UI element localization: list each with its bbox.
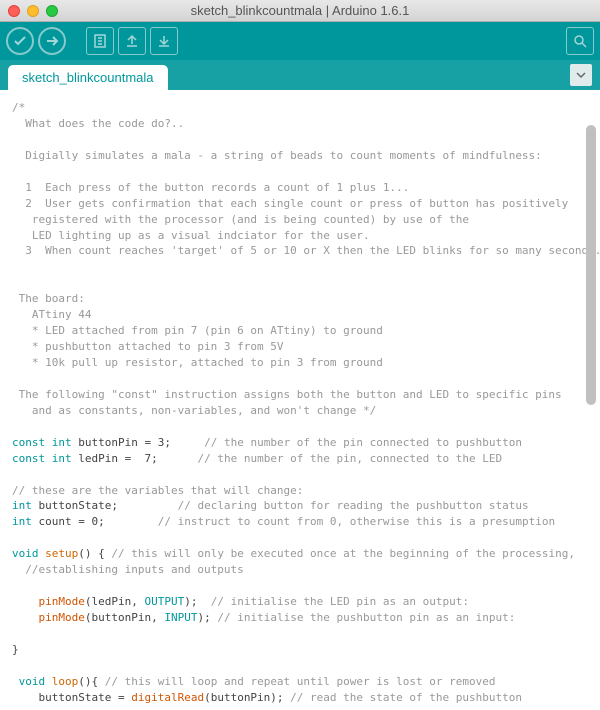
serial-monitor-button[interactable] <box>566 27 594 55</box>
verify-button[interactable] <box>6 27 34 55</box>
sketch-tab[interactable]: sketch_blinkcountmala <box>8 65 168 90</box>
tab-bar: sketch_blinkcountmala <box>0 60 600 90</box>
upload-button[interactable] <box>38 27 66 55</box>
minimize-window-button[interactable] <box>27 5 39 17</box>
code-editor[interactable]: /* What does the code do?.. Digially sim… <box>0 90 600 710</box>
code-content[interactable]: /* What does the code do?.. Digially sim… <box>0 90 600 710</box>
toolbar <box>0 22 600 60</box>
tab-menu-button[interactable] <box>570 64 592 86</box>
open-button[interactable] <box>118 27 146 55</box>
zoom-window-button[interactable] <box>46 5 58 17</box>
scrollbar[interactable] <box>584 90 598 710</box>
window-titlebar: sketch_blinkcountmala | Arduino 1.6.1 <box>0 0 600 22</box>
new-button[interactable] <box>86 27 114 55</box>
close-window-button[interactable] <box>8 5 20 17</box>
save-button[interactable] <box>150 27 178 55</box>
window-title: sketch_blinkcountmala | Arduino 1.6.1 <box>0 3 600 18</box>
scrollbar-thumb[interactable] <box>586 125 596 405</box>
